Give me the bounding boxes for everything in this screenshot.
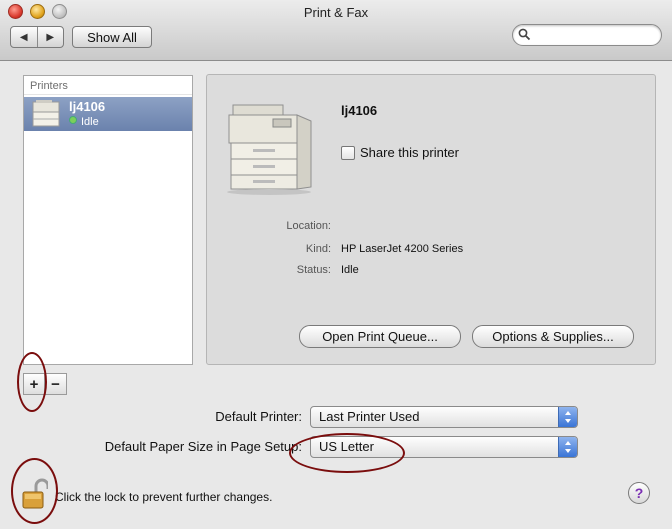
nav-segmented-control: ◀ ▶ xyxy=(10,26,64,48)
search-field[interactable] xyxy=(512,24,662,46)
kind-value: HP LaserJet 4200 Series xyxy=(341,243,464,255)
search-icon xyxy=(518,28,531,41)
printer-image-icon xyxy=(227,104,312,195)
location-label: Location: xyxy=(286,220,331,232)
default-printer-value: Last Printer Used xyxy=(319,409,420,424)
search-input[interactable] xyxy=(535,27,657,44)
status-indicator-icon xyxy=(69,116,77,124)
default-paper-size-label: Default Paper Size in Page Setup: xyxy=(104,439,302,454)
share-printer-checkbox[interactable] xyxy=(341,145,355,160)
printer-list-name: lj4106 xyxy=(69,99,106,114)
options-supplies-button[interactable]: Options & Supplies... xyxy=(472,325,634,348)
popup-arrows-icon xyxy=(558,407,577,427)
window-title: Print & Fax xyxy=(303,5,369,20)
default-printer-popup[interactable]: Last Printer Used xyxy=(310,406,578,428)
back-arrow-icon: ◀ xyxy=(19,31,28,43)
printer-list-status-text: Idle xyxy=(81,116,99,128)
default-paper-size-popup[interactable]: US Letter xyxy=(310,436,578,458)
share-printer-control[interactable]: Share this printer xyxy=(341,145,459,160)
default-printer-label: Default Printer: xyxy=(215,409,302,424)
printer-name-heading: lj4106 xyxy=(341,103,378,118)
default-paper-size-value: US Letter xyxy=(319,439,374,454)
window-titlebar: Print & Fax ◀ ▶ Show All xyxy=(0,0,672,61)
printer-list-item[interactable]: lj4106 Idle xyxy=(24,97,192,131)
forward-arrow-icon: ▶ xyxy=(46,31,55,43)
unlocked-lock-icon[interactable] xyxy=(22,478,48,510)
open-print-queue-button[interactable]: Open Print Queue... xyxy=(299,325,461,348)
popup-arrows-icon xyxy=(558,437,577,457)
forward-button[interactable]: ▶ xyxy=(36,27,64,47)
printer-detail-panel: lj4106 Share this printer Location: Kind… xyxy=(206,74,656,365)
printers-list-header: Printers xyxy=(24,76,192,95)
lock-message: Click the lock to prevent further change… xyxy=(55,490,273,504)
printer-list-status: Idle xyxy=(69,116,99,128)
remove-printer-button[interactable]: − xyxy=(44,373,67,395)
printer-thumbnail-icon xyxy=(32,100,60,127)
back-button[interactable]: ◀ xyxy=(11,27,37,47)
share-printer-label: Share this printer xyxy=(360,145,459,160)
show-all-button[interactable]: Show All xyxy=(72,26,152,48)
add-printer-button[interactable]: + xyxy=(23,373,45,395)
help-button[interactable]: ? xyxy=(628,482,650,504)
kind-label: Kind: xyxy=(305,243,331,255)
status-label: Status: xyxy=(296,264,331,276)
status-value: Idle xyxy=(341,264,359,276)
printers-list: Printers lj4106 Idle xyxy=(23,75,193,365)
